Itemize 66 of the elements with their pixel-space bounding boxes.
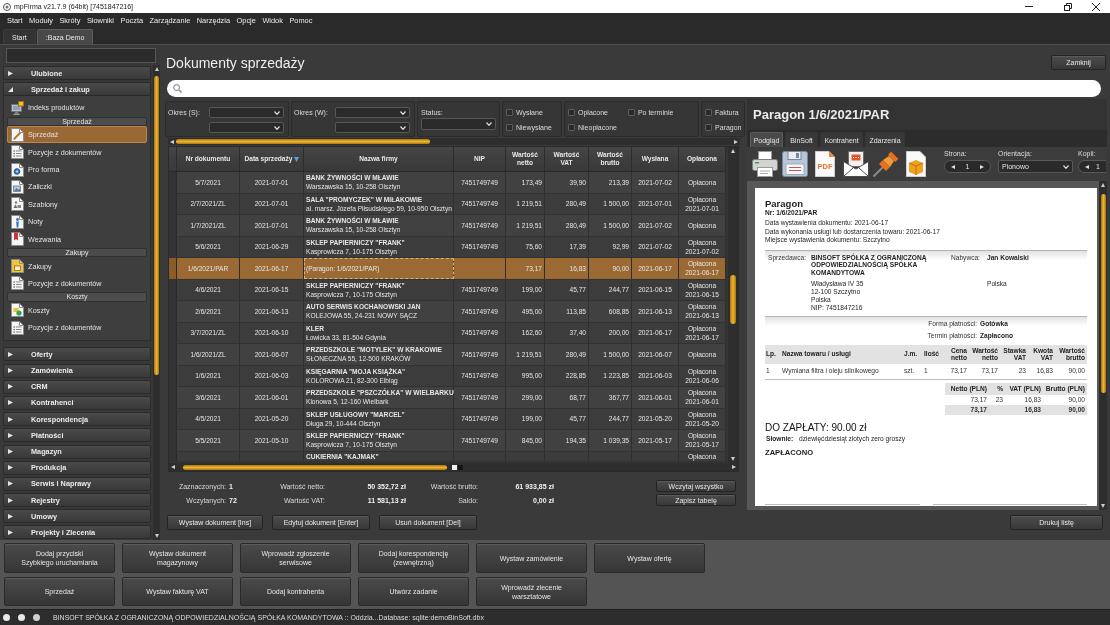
circle-icon — [18, 614, 25, 621]
checkbox[interactable] — [568, 124, 575, 131]
triangle-right-icon[interactable] — [732, 465, 736, 469]
triangle-down-icon[interactable] — [731, 457, 735, 461]
triangle-up-icon[interactable] — [1101, 183, 1105, 187]
circle-icon — [3, 614, 10, 621]
document-list-icon — [11, 276, 24, 291]
dropdown-field[interactable] — [335, 107, 410, 118]
chevron-down-icon — [400, 125, 406, 130]
chevron-down-icon — [1063, 164, 1069, 169]
dropdown-field[interactable] — [209, 122, 284, 133]
scrollbar-thumb[interactable] — [183, 464, 447, 470]
row-selector[interactable] — [169, 258, 177, 279]
triangle-left-icon[interactable] — [170, 139, 174, 144]
dropdown-field[interactable] — [209, 107, 284, 118]
document-bookmark-icon — [11, 232, 24, 247]
document-list-icon — [11, 320, 24, 335]
triangle-down-icon[interactable] — [154, 534, 159, 538]
triangle-left-icon[interactable] — [171, 465, 175, 469]
document-pencil-icon — [11, 127, 24, 142]
monitor-box-icon — [11, 100, 24, 115]
document-figure-icon — [11, 214, 24, 229]
checkbox[interactable] — [568, 109, 575, 116]
scrollbar-thumb[interactable] — [176, 139, 430, 144]
checkbox[interactable] — [705, 124, 712, 131]
triangle-left-icon[interactable] — [951, 164, 955, 169]
dropdown-field[interactable] — [335, 122, 410, 133]
document-shapes-icon — [11, 197, 24, 212]
triangle-down-icon — [293, 156, 299, 162]
chevron-down-icon — [400, 110, 406, 115]
printer-icon[interactable] — [752, 151, 778, 177]
triangle-right-icon[interactable] — [734, 139, 738, 144]
document-box-icon — [11, 259, 24, 273]
row-selector[interactable] — [169, 279, 177, 300]
triangle-up-icon[interactable] — [731, 149, 735, 153]
checkbox[interactable] — [705, 109, 712, 116]
triangle-down-icon[interactable] — [1101, 504, 1105, 508]
checkbox[interactable] — [627, 109, 635, 116]
envelope-document-icon[interactable] — [843, 151, 869, 177]
chevron-down-icon — [274, 110, 280, 115]
search-field[interactable] — [167, 80, 1101, 97]
restore-icon[interactable] — [1064, 2, 1072, 11]
document-box-icon[interactable] — [906, 151, 926, 177]
circle-icon — [33, 614, 40, 621]
scrollbar-thumb[interactable] — [154, 76, 159, 375]
scrollbar-thumb[interactable] — [730, 275, 736, 324]
search-field[interactable] — [6, 48, 156, 63]
triangle-left-icon[interactable] — [1085, 164, 1089, 169]
document-title: Paragon — [765, 198, 803, 209]
document-picture-icon — [11, 179, 24, 194]
triangle-up-icon[interactable] — [154, 67, 159, 71]
checkbox[interactable] — [506, 124, 513, 131]
checkbox[interactable] — [506, 109, 513, 116]
close-icon[interactable] — [1092, 2, 1100, 11]
row-selector[interactable] — [169, 236, 177, 257]
triangle-right-icon[interactable] — [980, 164, 984, 169]
preview-title: Paragon 1/6/2021/PAR — [753, 107, 890, 122]
pushpin-icon[interactable] — [873, 151, 899, 177]
search-icon — [173, 84, 182, 93]
page-title: Dokumenty sprzedaży — [166, 54, 305, 71]
scrollbar-thumb[interactable] — [1100, 194, 1106, 393]
amount-due: DO ZAPŁATY: 90.00 zł — [765, 420, 867, 434]
chevron-down-icon — [274, 125, 280, 130]
chevron-down-icon — [486, 122, 492, 126]
document-list-icon — [11, 145, 24, 160]
dropdown-field[interactable] — [421, 118, 496, 130]
